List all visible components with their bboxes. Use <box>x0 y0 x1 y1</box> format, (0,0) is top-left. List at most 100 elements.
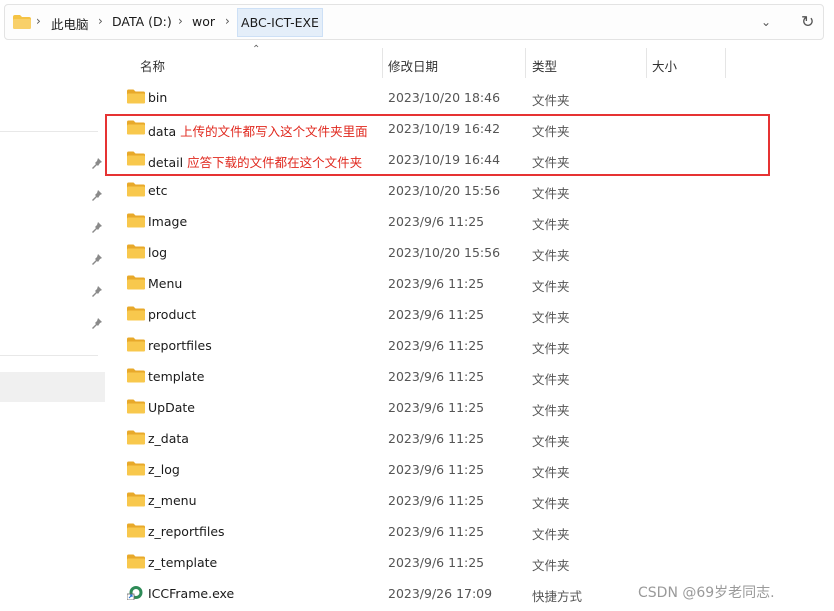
address-bar[interactable]: › 此电脑 › DATA (D:) › wor › ABC-ICT-EXE ⌄ … <box>4 4 824 40</box>
column-header-name[interactable]: 名称 <box>140 56 165 75</box>
folder-icon <box>127 368 145 383</box>
file-row[interactable]: Image 2023/9/6 11:25 文件夹 <box>112 206 772 237</box>
file-name[interactable]: Image <box>148 214 187 229</box>
breadcrumb-item-wor[interactable]: wor <box>192 14 215 29</box>
file-date: 2023/10/20 15:56 <box>388 245 501 260</box>
breadcrumb-current[interactable]: ABC-ICT-EXE <box>237 8 323 37</box>
folder-icon <box>127 182 145 197</box>
file-type: 文件夹 <box>532 279 570 294</box>
pin-icon[interactable] <box>91 253 103 265</box>
file-name[interactable]: ICCFrame.exe <box>148 586 234 601</box>
file-name[interactable]: z_log <box>148 462 180 477</box>
file-type: 文件夹 <box>532 186 570 201</box>
file-name-text[interactable]: product <box>148 307 196 322</box>
pin-icon[interactable] <box>91 285 103 297</box>
file-name[interactable]: z_data <box>148 431 189 446</box>
file-row[interactable]: product 2023/9/6 11:25 文件夹 <box>112 299 772 330</box>
column-header-date[interactable]: 修改日期 <box>388 56 438 75</box>
file-name[interactable]: z_reportfiles <box>148 524 225 539</box>
file-name-text[interactable]: reportfiles <box>148 338 212 353</box>
file-name-text[interactable]: z_log <box>148 462 180 477</box>
pin-icon[interactable] <box>91 189 103 201</box>
file-type: 文件夹 <box>532 527 570 542</box>
file-row[interactable]: bin 2023/10/20 18:46 文件夹 <box>112 82 772 113</box>
file-row[interactable]: Menu 2023/9/6 11:25 文件夹 <box>112 268 772 299</box>
folder-icon <box>127 430 145 445</box>
shortcut-icon <box>127 586 143 600</box>
file-name-text[interactable]: ICCFrame.exe <box>148 586 234 601</box>
column-header-size[interactable]: 大小 <box>652 56 677 75</box>
column-header-type[interactable]: 类型 <box>532 56 557 75</box>
file-name-text[interactable]: Image <box>148 214 187 229</box>
column-divider[interactable] <box>646 48 647 78</box>
file-name[interactable]: UpDate <box>148 400 195 415</box>
chevron-right-icon: › <box>98 14 103 28</box>
chevron-right-icon: › <box>36 14 41 28</box>
file-row[interactable]: log 2023/10/20 15:56 文件夹 <box>112 237 772 268</box>
file-name-text[interactable]: z_menu <box>148 493 197 508</box>
file-date: 2023/9/6 11:25 <box>388 431 485 446</box>
file-name-text[interactable]: z_data <box>148 431 189 446</box>
breadcrumb-item-drive[interactable]: DATA (D:) <box>112 14 172 29</box>
file-row[interactable]: etc 2023/10/20 15:56 文件夹 <box>112 175 772 206</box>
folder-icon <box>127 213 145 228</box>
file-row[interactable]: z_template 2023/9/6 11:25 文件夹 <box>112 547 772 578</box>
file-row[interactable]: z_menu 2023/9/6 11:25 文件夹 <box>112 485 772 516</box>
file-row[interactable]: reportfiles 2023/9/6 11:25 文件夹 <box>112 330 772 361</box>
file-type: 文件夹 <box>532 372 570 387</box>
watermark: CSDN @69岁老同志. <box>638 585 775 601</box>
column-divider[interactable] <box>725 48 726 78</box>
pin-icon[interactable] <box>91 221 103 233</box>
breadcrumb-item-this-pc[interactable]: 此电脑 <box>51 14 89 33</box>
folder-icon <box>127 244 145 259</box>
folder-icon <box>127 399 145 414</box>
file-name-text[interactable]: UpDate <box>148 400 195 415</box>
file-name-text[interactable]: z_template <box>148 555 217 570</box>
file-name[interactable]: Menu <box>148 276 182 291</box>
file-date: 2023/9/6 11:25 <box>388 400 485 415</box>
refresh-icon[interactable]: ↻ <box>801 12 814 31</box>
file-type: 文件夹 <box>532 496 570 511</box>
file-row[interactable]: template 2023/9/6 11:25 文件夹 <box>112 361 772 392</box>
file-row[interactable]: UpDate 2023/9/6 11:25 文件夹 <box>112 392 772 423</box>
folder-icon <box>127 337 145 352</box>
pin-icon[interactable] <box>91 157 103 169</box>
file-date: 2023/9/6 11:25 <box>388 338 485 353</box>
column-divider[interactable] <box>382 48 383 78</box>
file-name[interactable]: z_template <box>148 555 217 570</box>
file-type: 文件夹 <box>532 341 570 356</box>
pin-icon[interactable] <box>91 317 103 329</box>
file-name[interactable]: bin <box>148 90 167 105</box>
file-name[interactable]: log <box>148 245 167 260</box>
file-name-text[interactable]: etc <box>148 183 167 198</box>
file-date: 2023/9/6 11:25 <box>388 493 485 508</box>
file-name[interactable]: product <box>148 307 196 322</box>
file-name-text[interactable]: log <box>148 245 167 260</box>
chevron-right-icon: › <box>225 14 230 28</box>
chevron-down-icon[interactable]: ⌄ <box>761 15 771 29</box>
file-type: 快捷方式 <box>532 589 583 604</box>
file-name-text[interactable]: template <box>148 369 204 384</box>
divider <box>0 355 98 356</box>
file-name-text[interactable]: Menu <box>148 276 182 291</box>
folder-icon <box>127 461 145 476</box>
file-name-text[interactable]: bin <box>148 90 167 105</box>
file-type: 文件夹 <box>532 558 570 573</box>
file-name-text[interactable]: z_reportfiles <box>148 524 225 539</box>
file-date: 2023/9/6 11:25 <box>388 214 485 229</box>
file-name[interactable]: template <box>148 369 204 384</box>
nav-item-selected[interactable] <box>0 372 105 402</box>
file-type: 文件夹 <box>532 434 570 449</box>
file-name[interactable]: reportfiles <box>148 338 212 353</box>
file-date: 2023/10/20 18:46 <box>388 90 501 105</box>
column-divider[interactable] <box>525 48 526 78</box>
file-row[interactable]: z_log 2023/9/6 11:25 文件夹 <box>112 454 772 485</box>
file-name[interactable]: z_menu <box>148 493 197 508</box>
file-name[interactable]: etc <box>148 183 167 198</box>
folder-icon <box>13 15 31 29</box>
folder-icon <box>127 89 145 104</box>
file-row[interactable]: z_reportfiles 2023/9/6 11:25 文件夹 <box>112 516 772 547</box>
file-date: 2023/9/6 11:25 <box>388 462 485 477</box>
file-row[interactable]: z_data 2023/9/6 11:25 文件夹 <box>112 423 772 454</box>
folder-icon <box>127 492 145 507</box>
